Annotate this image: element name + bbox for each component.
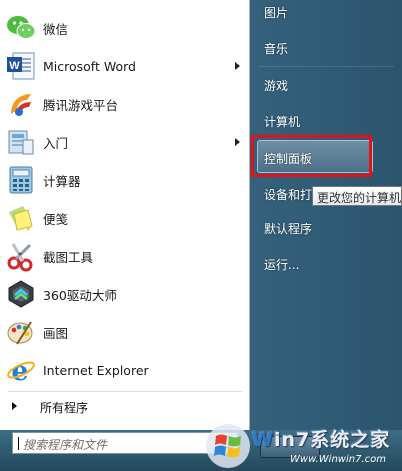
right-item-music[interactable]: 音乐: [264, 40, 288, 57]
start-menu: 微信 W Microsoft Word 腾讯游戏平台 入门 计算器 便笺 截图工…: [0, 0, 402, 471]
program-item-paint[interactable]: 画图: [0, 313, 250, 351]
program-item-calculator[interactable]: 计算器: [0, 161, 250, 199]
search-placeholder: 搜索程序和文件: [23, 438, 108, 452]
svg-text:W: W: [9, 60, 20, 72]
program-label: 截图工具: [43, 249, 94, 265]
submenu-arrow-icon[interactable]: [235, 62, 240, 70]
right-item-default-programs[interactable]: 默认程序: [264, 220, 312, 237]
program-label: 腾讯游戏平台: [43, 97, 119, 113]
program-label: 便笺: [43, 211, 69, 227]
separator: [258, 66, 394, 67]
program-label: Microsoft Word: [43, 58, 136, 74]
word-icon: W: [7, 52, 35, 80]
program-label: 计算器: [43, 173, 81, 189]
expand-arrow-icon: [12, 402, 17, 410]
right-item-games[interactable]: 游戏: [264, 77, 288, 94]
program-item-internet-explorer[interactable]: e Internet Explorer: [0, 351, 250, 389]
program-label: Internet Explorer: [43, 362, 149, 378]
program-label: 画图: [43, 325, 69, 341]
calculator-icon: [9, 166, 33, 194]
all-programs-button[interactable]: 所有程序: [0, 392, 250, 420]
program-item-sticky-notes[interactable]: 便笺: [0, 199, 250, 237]
sticky-notes-icon: [9, 206, 33, 231]
program-item-wechat[interactable]: 微信: [0, 9, 250, 47]
driver-master-icon: [8, 280, 34, 308]
right-item-computer[interactable]: 计算机: [264, 113, 300, 130]
text-caret: [18, 437, 19, 450]
submenu-arrow-icon[interactable]: [235, 138, 240, 146]
program-item-tencent-games[interactable]: 腾讯游戏平台: [0, 85, 250, 123]
program-item-microsoft-word[interactable]: W Microsoft Word: [0, 47, 250, 85]
windows-logo-icon: [206, 424, 250, 468]
right-item-pictures[interactable]: 图片: [264, 4, 288, 21]
program-label: 微信: [43, 21, 69, 37]
right-item-run[interactable]: 运行...: [264, 256, 299, 273]
annotation-red-box: [251, 135, 372, 177]
program-item-snipping-tool[interactable]: 截图工具: [0, 237, 250, 275]
program-item-getting-started[interactable]: 入门: [0, 123, 250, 161]
right-item-devices-and-printers[interactable]: 设备和打: [264, 186, 312, 203]
getting-started-icon: [8, 130, 34, 155]
program-item-360-driver-master[interactable]: 360驱动大师: [0, 275, 250, 313]
tencent-games-icon: [11, 94, 31, 116]
wechat-icon: [7, 16, 36, 39]
tooltip: 更改您的计算机设: [312, 186, 402, 206]
svg-text:e: e: [11, 356, 28, 386]
all-programs-label: 所有程序: [40, 401, 89, 415]
watermark-title: Win7系统之家: [252, 429, 391, 451]
program-label: 入门: [43, 135, 69, 151]
program-label: 360驱动大师: [43, 287, 117, 303]
watermark-url: Www.Winwin7.com: [290, 454, 386, 465]
places-pane: [250, 0, 402, 430]
internet-explorer-icon: e: [7, 356, 35, 386]
programs-pane: 微信 W Microsoft Word 腾讯游戏平台 入门 计算器 便笺 截图工…: [0, 0, 250, 430]
snipping-tool-icon: [7, 243, 33, 272]
paint-icon: [7, 321, 33, 345]
